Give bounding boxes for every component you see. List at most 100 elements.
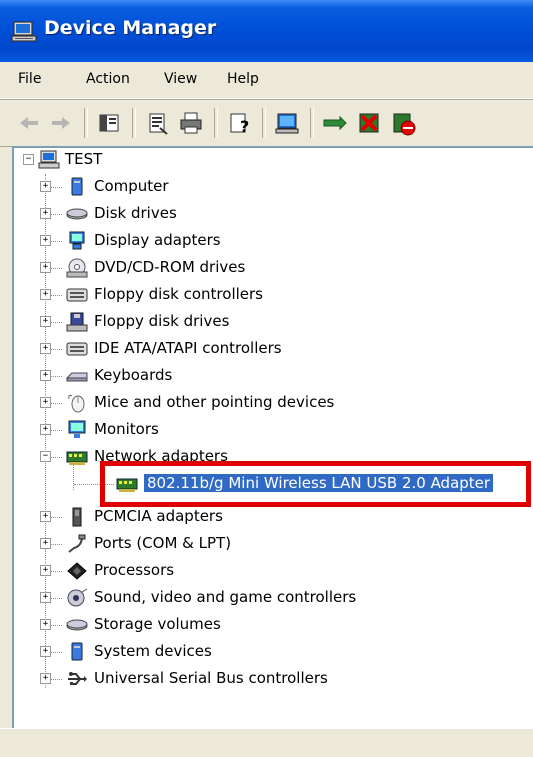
tree-item-label: Monitors (94, 420, 159, 438)
tree-item-dvd-cdrom[interactable]: + DVD/CD-ROM drives (14, 256, 514, 280)
tree-item-floppy-controllers[interactable]: + Floppy disk controllers (14, 283, 514, 307)
properties-icon[interactable] (142, 108, 172, 138)
tree-item-label: IDE ATA/ATAPI controllers (94, 339, 282, 357)
device-tree: − TEST + Computer + Disk drives + Displa… (12, 146, 533, 728)
expand-button[interactable]: + (40, 289, 51, 300)
expand-button[interactable]: + (40, 208, 51, 219)
toolbar-separator (132, 108, 136, 138)
highlight-annotation (100, 461, 531, 507)
toolbar-separator (84, 108, 88, 138)
tree-item-label: Mice and other pointing devices (94, 393, 335, 411)
collapse-button[interactable]: − (23, 154, 34, 165)
scan-hardware-icon[interactable] (272, 108, 302, 138)
update-driver-icon[interactable] (320, 108, 350, 138)
menu-action[interactable]: Action (86, 71, 130, 87)
expand-button[interactable]: + (40, 646, 51, 657)
tree-root-label: TEST (65, 150, 103, 168)
disk-drive-icon (66, 204, 88, 224)
collapse-button[interactable]: − (40, 451, 51, 462)
expand-button[interactable]: + (40, 424, 51, 435)
tree-item-computer[interactable]: + Computer (14, 175, 514, 199)
menu-help[interactable]: Help (227, 71, 259, 87)
keyboard-icon (66, 366, 88, 386)
expand-button[interactable]: + (40, 262, 51, 273)
status-bar (0, 728, 533, 757)
tree-item-ports[interactable]: + Ports (COM & LPT) (14, 532, 514, 556)
uninstall-icon[interactable] (354, 108, 384, 138)
tree-item-label: Floppy disk drives (94, 312, 230, 330)
network-adapter-icon (66, 447, 88, 467)
tree-item-ide-controllers[interactable]: + IDE ATA/ATAPI controllers (14, 337, 514, 361)
sound-icon (66, 588, 88, 608)
display-adapter-icon (66, 231, 88, 251)
tree-item-label: Display adapters (94, 231, 221, 249)
help-icon[interactable]: ? (224, 108, 254, 138)
disable-icon[interactable] (388, 108, 418, 138)
expand-button[interactable]: + (40, 673, 51, 684)
forward-arrow-icon[interactable] (46, 108, 76, 138)
floppy-drive-icon (66, 312, 88, 332)
tree-connector-line (50, 187, 62, 188)
tree-connector-line (50, 598, 62, 599)
tree-connector-line (50, 349, 62, 350)
tree-item-sound[interactable]: + Sound, video and game controllers (14, 586, 514, 610)
tree-connector-line (50, 268, 62, 269)
tree-root[interactable]: − TEST (14, 148, 314, 172)
tree-item-monitors[interactable]: + Monitors (14, 418, 514, 442)
tree-connector-line (50, 517, 62, 518)
show-hide-console-tree-icon[interactable] (94, 108, 124, 138)
tree-connector-line (50, 457, 62, 458)
toolbar: ? (0, 99, 533, 147)
tree-item-label: Ports (COM & LPT) (94, 534, 232, 552)
port-icon (66, 534, 88, 554)
tree-item-label: Universal Serial Bus controllers (94, 669, 328, 687)
tree-item-usb-controllers[interactable]: + Universal Serial Bus controllers (14, 667, 514, 691)
expand-button[interactable]: + (40, 592, 51, 603)
tree-connector-line (50, 625, 62, 626)
floppy-controller-icon (66, 285, 88, 305)
device-manager-window: Device Manager File Action View Help ? −… (0, 0, 533, 757)
tree-item-label: System devices (94, 642, 212, 660)
tree-item-keyboards[interactable]: + Keyboards (14, 364, 514, 388)
tree-item-disk-drives[interactable]: + Disk drives (14, 202, 514, 226)
expand-button[interactable]: + (40, 538, 51, 549)
expand-button[interactable]: + (40, 370, 51, 381)
expand-button[interactable]: + (40, 619, 51, 630)
tree-item-label: Processors (94, 561, 175, 579)
tree-item-label: Keyboards (94, 366, 173, 384)
tree-item-pcmcia-adapters[interactable]: + PCMCIA adapters (14, 505, 514, 529)
tree-item-storage-volumes[interactable]: + Storage volumes (14, 613, 514, 637)
tree-item-display-adapters[interactable]: + Display adapters (14, 229, 514, 253)
expand-button[interactable]: + (40, 511, 51, 522)
menu-file[interactable]: File (18, 71, 41, 87)
tree-item-label: Disk drives (94, 204, 177, 222)
tree-connector-line (50, 679, 62, 680)
tree-connector-line (50, 403, 62, 404)
expand-button[interactable]: + (40, 565, 51, 576)
expand-button[interactable]: + (40, 316, 51, 327)
expand-button[interactable]: + (40, 181, 51, 192)
tree-item-system-devices[interactable]: + System devices (14, 640, 514, 664)
tree-connector-line (50, 544, 62, 545)
tree-connector-line (50, 295, 62, 296)
title-bar[interactable]: Device Manager (0, 0, 533, 62)
print-icon[interactable] (176, 108, 206, 138)
pcmcia-icon (66, 507, 88, 527)
tree-item-label: Storage volumes (94, 615, 221, 633)
computer-icon (66, 177, 88, 197)
toolbar-separator (262, 108, 266, 138)
expand-button[interactable]: + (40, 397, 51, 408)
tree-connector-line (50, 214, 62, 215)
tree-item-processors[interactable]: + Processors (14, 559, 514, 583)
ide-controller-icon (66, 339, 88, 359)
tree-item-mice[interactable]: + Mice and other pointing devices (14, 391, 514, 415)
expand-button[interactable]: + (40, 235, 51, 246)
tree-item-label: Floppy disk controllers (94, 285, 263, 303)
tree-item-label: Computer (94, 177, 169, 195)
menu-view[interactable]: View (164, 71, 197, 87)
back-arrow-icon[interactable] (14, 108, 44, 138)
tree-connector-line (50, 322, 62, 323)
tree-item-floppy-drives[interactable]: + Floppy disk drives (14, 310, 514, 334)
expand-button[interactable]: + (40, 343, 51, 354)
cdrom-icon (66, 258, 88, 278)
